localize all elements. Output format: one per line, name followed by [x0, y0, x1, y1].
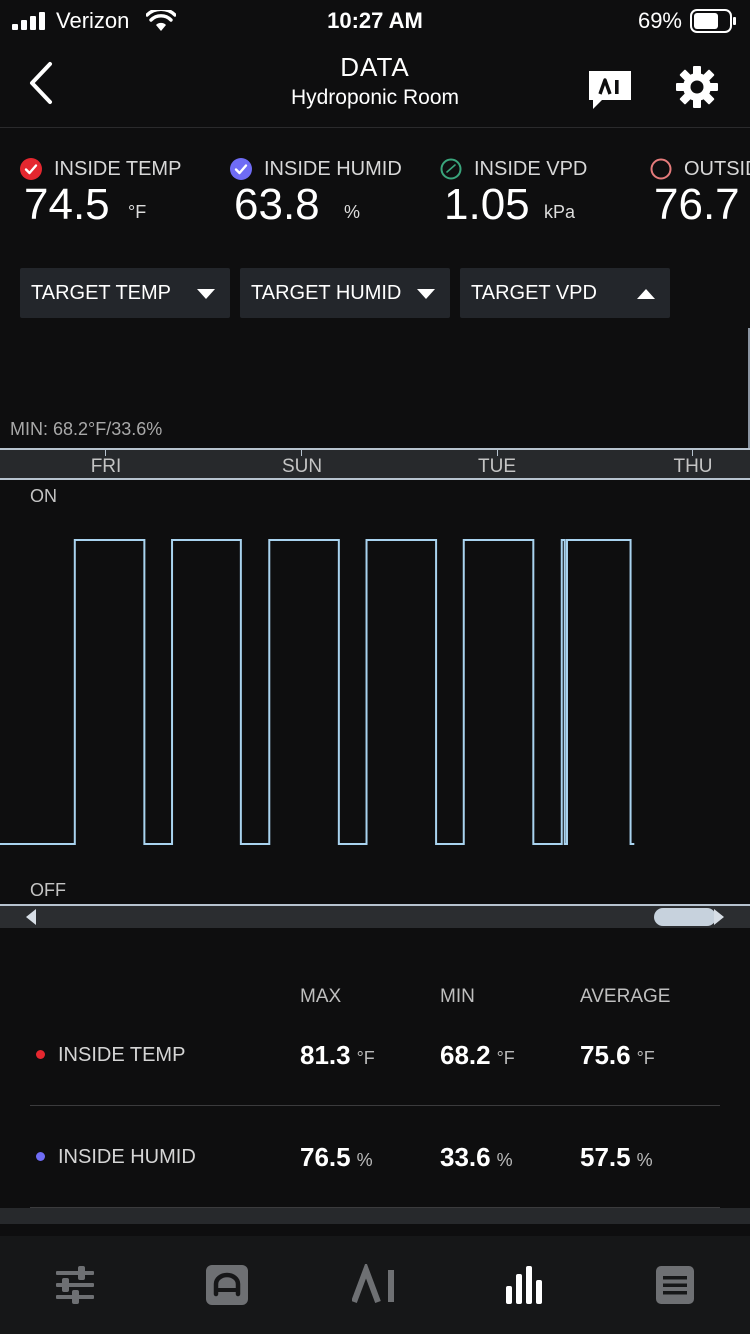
- target-vpd-dropdown[interactable]: TARGET VPD: [460, 268, 670, 318]
- sensor-label: OUTSIDE: [684, 158, 750, 180]
- checked-circle-icon: [230, 158, 252, 180]
- page-title: DATA: [340, 52, 410, 82]
- stat-average: 75.6 °F: [580, 1040, 655, 1070]
- target-label: TARGET HUMID: [251, 282, 402, 304]
- battery-icon: [690, 9, 736, 33]
- min-label: MIN: 68.2°F/33.6%: [10, 419, 163, 439]
- target-label: TARGET VPD: [471, 282, 597, 304]
- day-label: SUN: [281, 456, 323, 477]
- stat-name: INSIDE TEMP: [58, 1044, 186, 1066]
- checked-circle-icon: [20, 158, 42, 180]
- unchecked-circle-icon: [650, 158, 672, 180]
- off-label: OFF: [30, 880, 66, 900]
- sensor-value: 1.05: [444, 180, 530, 229]
- sensor-value: 74.5: [24, 180, 110, 229]
- sensor-label: INSIDE HUMID: [264, 158, 402, 180]
- ai-icon[interactable]: [352, 1264, 398, 1306]
- target-humid-dropdown[interactable]: TARGET HUMID: [240, 268, 450, 318]
- caret-down-icon: [417, 289, 435, 299]
- purple-dot-icon: [36, 1152, 45, 1161]
- stat-max: 76.5%: [300, 1142, 373, 1172]
- sensor-label: INSIDE VPD: [474, 158, 588, 180]
- target-temp-dropdown[interactable]: TARGET TEMP: [20, 268, 230, 318]
- sensor-inside-temp[interactable]: INSIDE TEMP 74.5 °F: [20, 150, 230, 240]
- stat-min: 33.6%: [440, 1142, 513, 1172]
- chart-scrollbar[interactable]: [0, 904, 750, 928]
- tab-bar: [0, 1236, 750, 1334]
- stat-average: 57.5%: [580, 1142, 653, 1172]
- on-label: ON: [30, 486, 57, 506]
- switch-state-line: [0, 539, 635, 845]
- sensor-value: 63.8: [234, 180, 320, 229]
- stat-row-inside-temp: INSIDE TEMP 81.3 °F 68.2 °F 75.6 °F: [30, 1004, 720, 1106]
- day-label: THU: [673, 456, 713, 477]
- stat-min: 68.2 °F: [440, 1040, 515, 1070]
- red-dot-icon: [36, 1050, 45, 1059]
- unchecked-circle-icon: [440, 158, 462, 180]
- sensor-value: 76.7: [654, 180, 740, 229]
- list-icon[interactable]: [652, 1264, 698, 1306]
- status-bar: Verizon 10:27 AM 69%: [0, 0, 750, 44]
- sensor-unit: °F: [128, 202, 147, 222]
- bar-chart-icon[interactable]: [502, 1264, 548, 1306]
- caret-down-icon: [197, 289, 215, 299]
- gear-icon[interactable]: [674, 64, 720, 110]
- target-label: TARGET TEMP: [31, 282, 172, 304]
- battery-percent: 69%: [637, 8, 682, 33]
- switch-state-chart: [0, 539, 635, 845]
- day-label: TUE: [478, 456, 516, 477]
- sensor-readings: INSIDE TEMP 74.5 °F INSIDE HUMID 63.8 % …: [0, 150, 750, 240]
- sensor-unit: kPa: [544, 202, 576, 222]
- ai-chat-icon[interactable]: [586, 68, 634, 112]
- sensor-outside[interactable]: OUTSIDE 76.7: [650, 150, 750, 240]
- day-axis: FRI SUN TUE THU: [0, 448, 750, 480]
- sensor-unit: %: [344, 202, 361, 222]
- page-subtitle: Hydroponic Room: [290, 86, 460, 109]
- sensor-inside-vpd[interactable]: INSIDE VPD 1.05 kPa: [440, 150, 650, 240]
- scroll-thumb[interactable]: [654, 908, 716, 926]
- stat-row-inside-humid: INSIDE HUMID 76.5% 33.6% 57.5%: [30, 1106, 720, 1208]
- sensor-inside-humid[interactable]: INSIDE HUMID 63.8 %: [230, 150, 440, 240]
- controller-icon[interactable]: [204, 1264, 250, 1306]
- stat-name: INSIDE HUMID: [58, 1146, 196, 1168]
- section-divider: [0, 1208, 750, 1224]
- caret-up-icon: [637, 289, 655, 299]
- sliders-icon[interactable]: [52, 1264, 98, 1306]
- day-label: FRI: [90, 456, 122, 477]
- sensor-label: INSIDE TEMP: [54, 158, 182, 180]
- stat-max: 81.3 °F: [300, 1040, 375, 1070]
- triangle-right-icon[interactable]: [712, 908, 726, 926]
- triangle-left-icon[interactable]: [24, 908, 38, 926]
- nav-bar: DATA Hydroponic Room: [0, 44, 750, 128]
